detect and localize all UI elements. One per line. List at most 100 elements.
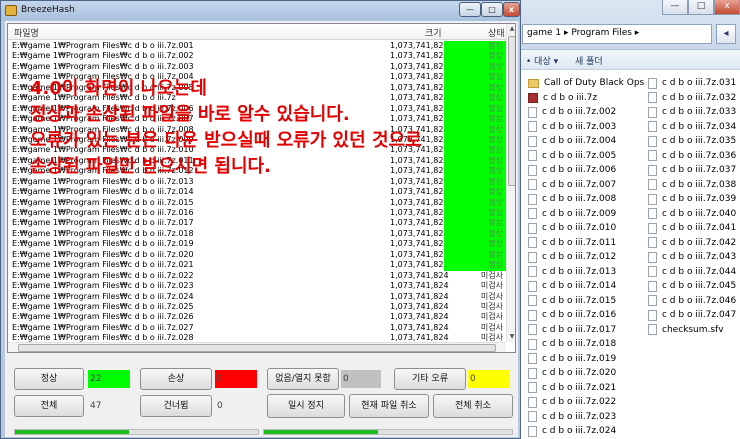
explorer-minimize-button[interactable]: — xyxy=(662,0,688,15)
table-row[interactable]: E:₩game 1₩Program Files₩c d b o iii.7z.0… xyxy=(8,72,506,83)
explorer-file-item[interactable]: c d b o iii.7z.010 xyxy=(528,221,655,236)
explorer-file-item[interactable]: c d b o iii.7z.013 xyxy=(528,265,655,280)
explorer-file-item[interactable]: c d b o iii.7z.033 xyxy=(648,105,736,120)
explorer-file-item[interactable]: c d b o iii.7z.015 xyxy=(528,294,655,309)
explorer-file-item[interactable]: c d b o iii.7z.003 xyxy=(528,120,655,135)
explorer-file-item[interactable]: c d b o iii.7z.039 xyxy=(648,192,736,207)
table-row[interactable]: E:₩game 1₩Program Files₩c d b o iii.7z.0… xyxy=(8,166,506,177)
table-row[interactable]: E:₩game 1₩Program Files₩c d b o iii.7z 1,… xyxy=(8,93,506,104)
table-row[interactable]: E:₩game 1₩Program Files₩c d b o iii.7z.0… xyxy=(8,228,506,240)
file-list[interactable]: 파일명 크기 상태 E:₩game 1₩Program Files₩c d b … xyxy=(7,23,516,353)
table-row[interactable]: E:₩game 1₩Program Files₩c d b o iii.7z.0… xyxy=(8,114,506,125)
table-row[interactable]: E:₩game 1₩Program Files₩c d b o iii.7z.0… xyxy=(8,187,506,198)
table-row[interactable]: E:₩game 1₩Program Files₩c d b o iii.7z.0… xyxy=(8,124,506,135)
explorer-file-item[interactable]: c d b o iii.7z.035 xyxy=(648,134,736,149)
table-row[interactable]: E:₩game 1₩Program Files₩c d b o iii.7z.0… xyxy=(8,197,506,208)
other-error-filter-button[interactable]: 기타 오류 xyxy=(394,368,466,390)
explorer-file-item[interactable]: c d b o iii.7z.044 xyxy=(648,265,736,280)
explorer-file-item[interactable]: Call of Duty Black Ops III xyxy=(528,76,655,91)
minimize-button[interactable]: — xyxy=(459,2,481,17)
table-row[interactable]: E:₩game 1₩Program Files₩c d b o iii.7z.0… xyxy=(8,155,506,167)
table-row[interactable]: E:₩game 1₩Program Files₩c d b o iii.7z.0… xyxy=(8,312,506,322)
explorer-file-item[interactable]: c d b o iii.7z.020 xyxy=(528,366,655,381)
normal-filter-button[interactable]: 정상 xyxy=(14,368,84,390)
explorer-maximize-button[interactable]: □ xyxy=(688,0,714,15)
damaged-filter-button[interactable]: 손상 xyxy=(140,368,212,390)
new-folder-button[interactable]: 새 폴더 xyxy=(575,57,603,67)
skipped-filter-button[interactable]: 건너뜀 xyxy=(140,395,212,417)
explorer-file-item[interactable]: c d b o iii.7z.017 xyxy=(528,323,655,338)
explorer-file-item[interactable]: c d b o iii.7z.043 xyxy=(648,250,736,265)
scroll-up-icon[interactable]: ▲ xyxy=(507,24,515,34)
explorer-file-item[interactable]: c d b o iii.7z.040 xyxy=(648,207,736,222)
table-row[interactable]: E:₩game 1₩Program Files₩c d b o iii.7z.0… xyxy=(8,302,506,312)
table-row[interactable]: E:₩game 1₩Program Files₩c d b o iii.7z.0… xyxy=(8,51,506,62)
explorer-file-item[interactable]: c d b o iii.7z.014 xyxy=(528,279,655,294)
total-filter-button[interactable]: 전체 xyxy=(14,395,84,417)
explorer-file-item[interactable]: c d b o iii.7z.034 xyxy=(648,120,736,135)
explorer-file-item[interactable]: c d b o iii.7z.021 xyxy=(528,381,655,396)
column-header-size[interactable]: 크기 xyxy=(425,26,442,39)
vertical-scrollbar[interactable]: ▲ ▼ xyxy=(506,24,515,342)
explorer-file-item[interactable]: c d b o iii.7z.041 xyxy=(648,221,736,236)
explorer-file-item[interactable]: c d b o iii.7z.031 xyxy=(648,76,736,91)
explorer-file-item[interactable]: c d b o iii.7z.042 xyxy=(648,236,736,251)
column-header-status[interactable]: 상태 xyxy=(488,26,505,39)
explorer-file-item[interactable]: c d b o iii.7z.016 xyxy=(528,308,655,323)
explorer-file-item[interactable]: c d b o iii.7z.047 xyxy=(648,308,736,323)
explorer-file-item[interactable]: c d b o iii.7z.038 xyxy=(648,178,736,193)
explorer-file-item[interactable]: c d b o iii.7z.045 xyxy=(648,279,736,294)
column-header-filename[interactable]: 파일명 xyxy=(14,26,39,39)
table-row[interactable]: E:₩game 1₩Program Files₩c d b o iii.7z.0… xyxy=(8,271,506,281)
explorer-file-item[interactable]: c d b o iii.7z xyxy=(528,91,655,106)
table-row[interactable]: E:₩game 1₩Program Files₩c d b o iii.7z.0… xyxy=(8,61,506,73)
table-row[interactable]: E:₩game 1₩Program Files₩c d b o iii.7z.0… xyxy=(8,208,506,219)
table-row[interactable]: E:₩game 1₩Program Files₩c d b o iii.7z.0… xyxy=(8,103,506,115)
explorer-file-item[interactable]: c d b o iii.7z.006 xyxy=(528,163,655,178)
unreadable-filter-button[interactable]: 없음/열지 못함 xyxy=(267,368,339,390)
explorer-file-item[interactable]: c d b o iii.7z.004 xyxy=(528,134,655,149)
explorer-file-item[interactable]: c d b o iii.7z.036 xyxy=(648,149,736,164)
back-arrow-icon[interactable]: ◂ xyxy=(716,24,736,44)
explorer-file-item[interactable]: c d b o iii.7z.005 xyxy=(528,149,655,164)
table-row[interactable]: E:₩game 1₩Program Files₩c d b o iii.7z.0… xyxy=(8,323,506,333)
explorer-file-item[interactable]: c d b o iii.7z.012 xyxy=(528,250,655,265)
horizontal-scroll-thumb[interactable] xyxy=(18,344,496,352)
table-row[interactable]: E:₩game 1₩Program Files₩c d b o iii.7z.0… xyxy=(8,281,506,291)
explorer-close-button[interactable]: x xyxy=(714,0,740,15)
maximize-button[interactable]: □ xyxy=(481,2,503,17)
explorer-address-bar[interactable]: game 1 ▸ Program Files ▸ xyxy=(522,24,712,44)
explorer-file-item[interactable]: c d b o iii.7z.008 xyxy=(528,192,655,207)
explorer-file-item[interactable]: c d b o iii.7z.011 xyxy=(528,236,655,251)
table-row[interactable]: E:₩game 1₩Program Files₩c d b o iii.7z.0… xyxy=(8,145,506,156)
title-bar[interactable]: BreezeHash — □ x xyxy=(1,1,520,21)
explorer-file-item[interactable]: c d b o iii.7z.007 xyxy=(528,178,655,193)
pause-button[interactable]: 일시 정지 xyxy=(267,394,345,418)
table-row[interactable]: E:₩game 1₩Program Files₩c d b o iii.7z.0… xyxy=(8,239,506,250)
vertical-scroll-thumb[interactable] xyxy=(508,36,515,186)
scroll-down-icon[interactable]: ▼ xyxy=(507,332,515,342)
explorer-file-item[interactable]: c d b o iii.7z.019 xyxy=(528,352,655,367)
table-row[interactable]: E:₩game 1₩Program Files₩c d b o iii.7z.0… xyxy=(8,134,506,146)
explorer-file-item[interactable]: c d b o iii.7z.009 xyxy=(528,207,655,222)
explorer-file-item[interactable]: c d b o iii.7z.032 xyxy=(648,91,736,106)
explorer-file-item[interactable]: c d b o iii.7z.002 xyxy=(528,105,655,120)
explorer-file-item[interactable]: c d b o iii.7z.023 xyxy=(528,410,655,425)
horizontal-scrollbar[interactable] xyxy=(8,342,506,352)
explorer-target-menu[interactable]: • 대상 ▾ xyxy=(526,57,558,67)
table-row[interactable]: E:₩game 1₩Program Files₩c d b o iii.7z.0… xyxy=(8,249,506,261)
table-row[interactable]: E:₩game 1₩Program Files₩c d b o iii.7z.0… xyxy=(8,292,506,302)
cancel-all-button[interactable]: 전체 취소 xyxy=(433,394,513,418)
explorer-file-item[interactable]: c d b o iii.7z.022 xyxy=(528,395,655,410)
cancel-current-file-button[interactable]: 현재 파일 취소 xyxy=(349,394,429,418)
table-row[interactable]: E:₩game 1₩Program Files₩c d b o iii.7z.0… xyxy=(8,82,506,94)
explorer-file-item[interactable]: c d b o iii.7z.018 xyxy=(528,337,655,352)
close-button[interactable]: x xyxy=(503,2,520,17)
explorer-file-item[interactable]: c d b o iii.7z.037 xyxy=(648,163,736,178)
table-row[interactable]: E:₩game 1₩Program Files₩c d b o iii.7z.0… xyxy=(8,41,506,52)
explorer-file-item[interactable]: c d b o iii.7z.024 xyxy=(528,424,655,439)
table-row[interactable]: E:₩game 1₩Program Files₩c d b o iii.7z.0… xyxy=(8,218,506,229)
explorer-file-item[interactable]: c d b o iii.7z.046 xyxy=(648,294,736,309)
table-row[interactable]: E:₩game 1₩Program Files₩c d b o iii.7z.0… xyxy=(8,176,506,188)
explorer-file-item[interactable]: checksum.sfv xyxy=(648,323,736,338)
